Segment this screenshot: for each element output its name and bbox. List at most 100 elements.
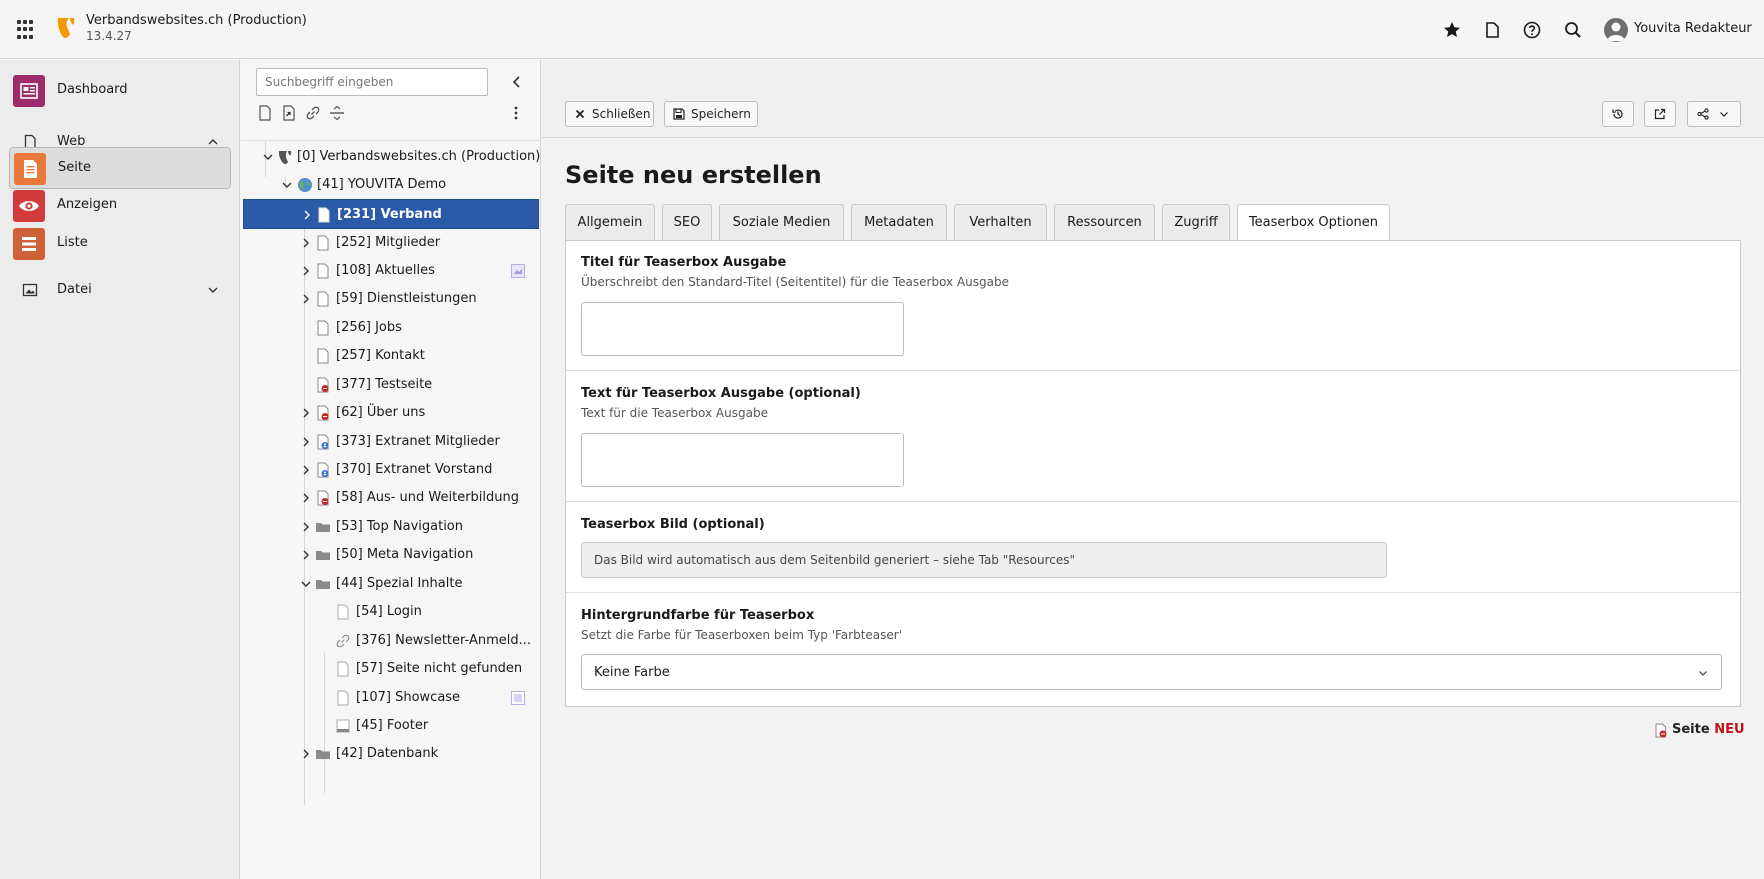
chevron-right-icon[interactable] <box>300 293 312 305</box>
teaserbox-title-input[interactable] <box>581 302 904 356</box>
teaserbox-bgcolor-select[interactable]: Keine Farbe <box>581 654 1722 690</box>
new-shortcut-icon[interactable] <box>280 104 298 122</box>
chevron-right-icon[interactable] <box>300 549 312 561</box>
save-button-label: Speichern <box>691 107 751 121</box>
chevron-right-icon[interactable] <box>300 492 312 504</box>
help-icon[interactable] <box>1522 20 1542 40</box>
module-view[interactable]: Anzeigen <box>9 185 231 227</box>
share-icon <box>1697 108 1709 120</box>
folder-icon <box>316 580 330 589</box>
chevron-right-icon[interactable] <box>300 521 312 533</box>
chevron-right-icon[interactable] <box>300 407 312 419</box>
module-dashboard[interactable]: Dashboard <box>9 70 231 112</box>
share-dropdown-button[interactable] <box>1687 101 1741 127</box>
tab-seo[interactable]: SEO <box>662 204 712 240</box>
tree-item-label: [62] Über uns <box>336 405 426 420</box>
page-icon <box>317 291 329 307</box>
bookmark-star-icon[interactable] <box>1442 20 1462 40</box>
new-page-icon[interactable] <box>256 104 274 122</box>
tree-item[interactable]: [62] Über uns <box>243 398 539 428</box>
tree-item[interactable]: [107] Showcase <box>243 683 539 713</box>
module-group-file[interactable]: Datei <box>9 272 231 308</box>
user-name[interactable]: Youvita Redakteur <box>1634 21 1752 36</box>
open-docs-icon[interactable] <box>1482 20 1502 40</box>
tab-label: Zugriff <box>1174 215 1218 230</box>
user-avatar-icon[interactable] <box>1604 18 1628 42</box>
new-separator-icon[interactable] <box>328 104 346 122</box>
chevron-right-icon[interactable] <box>300 436 312 448</box>
field-label: Hintergrundfarbe für Teaserbox <box>581 608 815 623</box>
tree-item[interactable]: [50] Meta Navigation <box>243 540 539 570</box>
chevron-down-icon[interactable] <box>281 179 293 191</box>
tree-item[interactable]: [45] Footer <box>243 711 539 741</box>
chevron-down-icon[interactable] <box>300 578 312 590</box>
tab-zugriff[interactable]: Zugriff <box>1162 204 1230 240</box>
tree-item-label: [231] Verband <box>337 207 442 222</box>
tree-item[interactable]: [373] Extranet Mitglieder <box>243 427 539 457</box>
chevron-right-icon[interactable] <box>300 265 312 277</box>
tab-metadaten[interactable]: Metadaten <box>851 204 947 240</box>
tab-allgemein[interactable]: Allgemein <box>565 204 655 240</box>
tree-item[interactable]: [108] Aktuelles <box>243 256 539 286</box>
more-options-icon[interactable] <box>507 104 525 122</box>
tree-item[interactable]: [370] Extranet Vorstand <box>243 455 539 485</box>
tree-search-input[interactable] <box>256 68 488 96</box>
folder-icon <box>316 551 330 560</box>
tree-item[interactable]: [44] Spezial Inhalte <box>243 569 539 599</box>
tree-item[interactable]: [41] YOUVITA Demo <box>243 170 539 200</box>
tree-item[interactable]: [58] Aus- und Weiterbildung <box>243 483 539 513</box>
folder-icon <box>316 523 330 532</box>
tab-label: Soziale Medien <box>732 215 831 230</box>
tab-ressourcen[interactable]: Ressourcen <box>1054 204 1155 240</box>
tab-verhalten[interactable]: Verhalten <box>954 204 1047 240</box>
close-icon <box>575 109 585 119</box>
save-button[interactable]: Speichern <box>664 101 758 127</box>
field-teaserbox-title: Titel für Teaserbox Ausgabe Überschreibt… <box>566 241 1740 371</box>
page-icon <box>317 320 329 336</box>
tree-item[interactable]: [42] Datenbank <box>243 739 539 769</box>
tree-item[interactable]: [252] Mitglieder <box>243 228 539 258</box>
search-icon[interactable] <box>1563 20 1583 40</box>
tree-item[interactable]: [0] Verbandswebsites.ch (Production) <box>243 142 541 172</box>
chevron-down-icon[interactable] <box>262 151 274 163</box>
module-list[interactable]: Liste <box>9 223 231 265</box>
tree-item-label: [377] Testseite <box>336 377 433 392</box>
chevron-right-icon[interactable] <box>300 464 312 476</box>
link-icon <box>336 634 350 648</box>
tree-item[interactable]: [256] Jobs <box>243 313 539 343</box>
module-list-label: Liste <box>57 235 88 250</box>
tree-item-selected[interactable]: [231] Verband <box>243 199 539 229</box>
tree-item-label: [107] Showcase <box>356 690 461 705</box>
external-link-icon <box>1654 108 1666 120</box>
tree-item[interactable]: [377] Testseite <box>243 370 539 400</box>
tree-item[interactable]: [53] Top Navigation <box>243 512 539 542</box>
page-hidden-icon <box>1655 723 1667 738</box>
collapse-tree-icon[interactable] <box>509 74 525 90</box>
module-grid-icon[interactable] <box>17 20 37 40</box>
tab-soziale-medien[interactable]: Soziale Medien <box>719 204 844 240</box>
eye-icon <box>13 190 45 222</box>
chevron-right-icon[interactable] <box>301 209 313 221</box>
open-new-window-button[interactable] <box>1644 101 1676 127</box>
tree-item-label: [0] Verbandswebsites.ch (Production) <box>297 149 541 164</box>
module-page[interactable]: Seite <box>9 147 231 189</box>
field-label: Titel für Teaserbox Ausgabe <box>581 255 787 270</box>
chevron-down-icon[interactable] <box>207 284 219 296</box>
tree-item[interactable]: [59] Dienstleistungen <box>243 284 539 314</box>
tab-teaserbox-optionen[interactable]: Teaserbox Optionen <box>1237 204 1390 241</box>
teaserbox-text-input[interactable] <box>581 433 904 487</box>
new-link-icon[interactable] <box>304 104 322 122</box>
page-tree: [0] Verbandswebsites.ch (Production) [41… <box>241 140 541 860</box>
tree-item[interactable]: [376] Newsletter-Anmeld... <box>243 626 539 656</box>
site-title[interactable]: Verbandswebsites.ch (Production) <box>86 13 307 28</box>
chevron-right-icon[interactable] <box>300 237 312 249</box>
chevron-right-icon[interactable] <box>300 748 312 760</box>
tree-item[interactable]: [57] Seite nicht gefunden <box>243 654 539 684</box>
tree-item[interactable]: [257] Kontakt <box>243 341 539 371</box>
tree-item[interactable]: [54] Login <box>243 597 539 627</box>
close-button[interactable]: Schließen <box>565 101 654 127</box>
page-module-icon <box>14 153 46 185</box>
form-panel: Titel für Teaserbox Ausgabe Überschreibt… <box>565 240 1741 707</box>
tree-item-label: [252] Mitglieder <box>336 235 441 250</box>
history-button[interactable] <box>1602 101 1634 127</box>
